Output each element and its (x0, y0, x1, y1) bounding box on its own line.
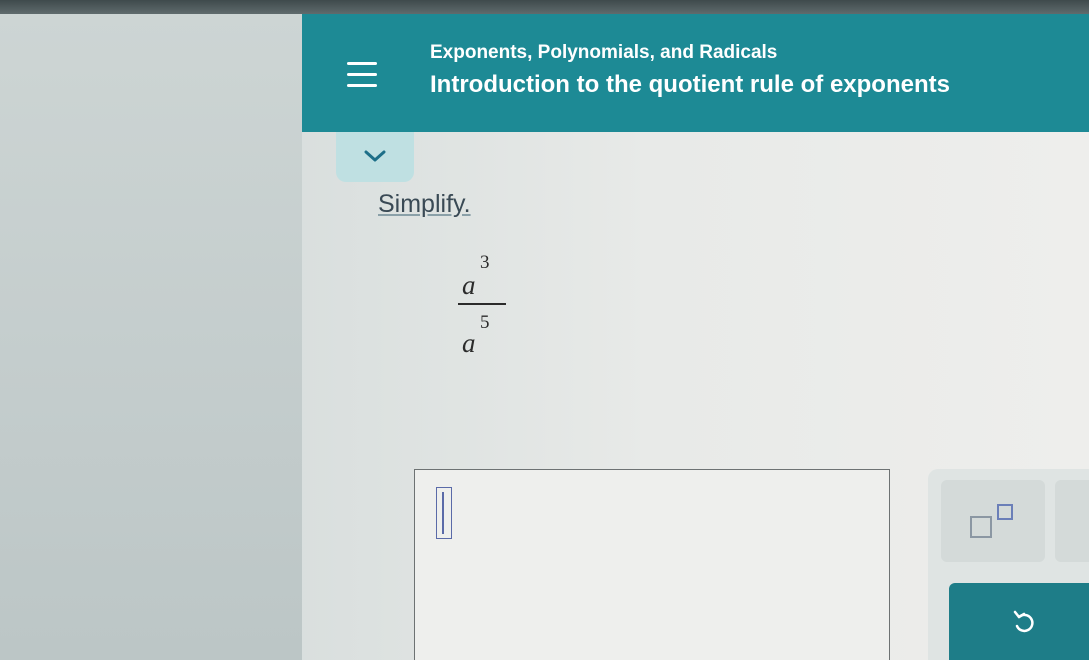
next-tool-button[interactable] (1055, 480, 1089, 562)
hamburger-menu-icon[interactable] (337, 52, 387, 98)
menu-line (347, 84, 377, 87)
numerator-base: a (462, 270, 476, 300)
answer-input-box[interactable] (414, 469, 890, 660)
chevron-down-icon (364, 150, 386, 162)
left-panel (0, 14, 302, 660)
fraction-bar (458, 303, 506, 305)
screen: Exponents, Polynomials, and Radicals Int… (0, 0, 1089, 660)
fraction-expression: a 3 a 5 (452, 250, 512, 362)
monitor-bezel (0, 0, 1089, 14)
topic-subtitle: Exponents, Polynomials, and Radicals (430, 42, 778, 63)
superscript-exponent-box (997, 504, 1013, 520)
undo-icon (1013, 610, 1034, 633)
denominator-base: a (462, 328, 476, 358)
superscript-template-icon (970, 516, 992, 538)
menu-line (347, 73, 377, 76)
numerator-exponent: 3 (480, 252, 490, 273)
superscript-button[interactable] (941, 480, 1045, 562)
menu-line (347, 62, 377, 65)
answer-cursor[interactable] (436, 487, 452, 539)
collapse-button[interactable] (336, 132, 414, 182)
lesson-title: Introduction to the quotient rule of exp… (430, 71, 950, 98)
question-prompt: Simplify. (378, 190, 471, 218)
denominator-exponent: 5 (480, 312, 490, 333)
undo-button[interactable] (949, 583, 1089, 660)
